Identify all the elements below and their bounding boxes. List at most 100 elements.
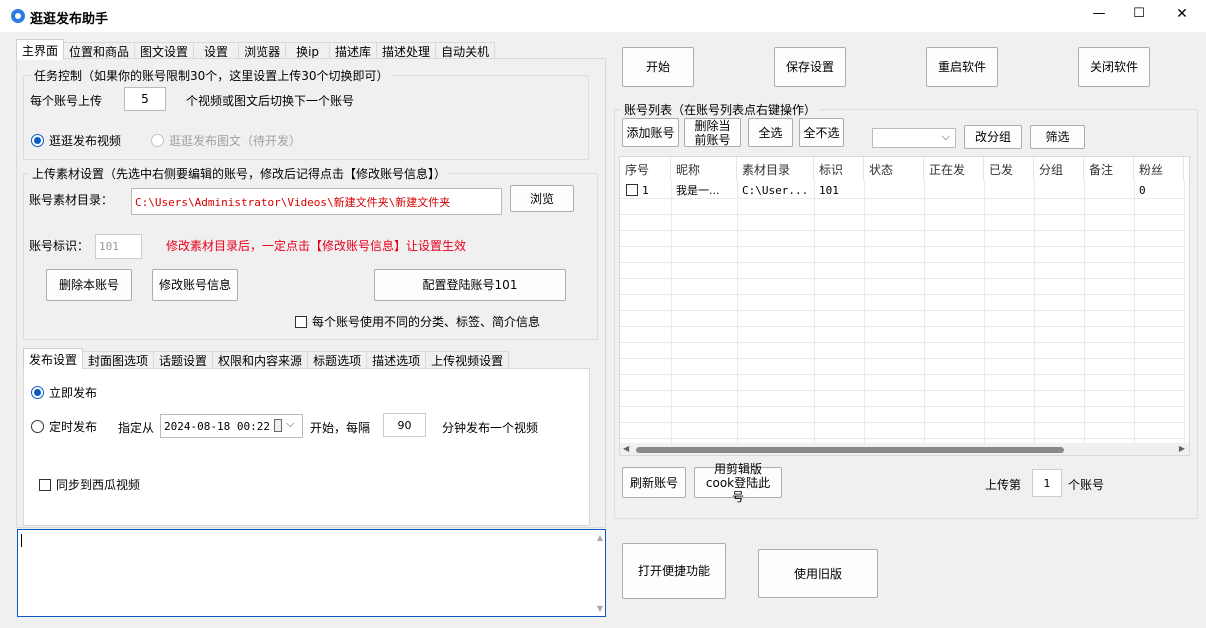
upload-settings-title: 上传素材设置（先选中右侧要编辑的账号，修改后记得点击【修改账号信息】） bbox=[29, 165, 450, 182]
col-header-fans[interactable]: 粉丝 bbox=[1134, 157, 1184, 181]
radio-scheduled[interactable]: 定时发布 bbox=[31, 418, 97, 435]
grid-line bbox=[1084, 181, 1085, 443]
publish-settings-panel bbox=[23, 368, 590, 526]
interval-value: 90 bbox=[397, 418, 412, 432]
grid-line bbox=[620, 342, 1185, 343]
upload-nth-input[interactable]: 1 bbox=[1032, 469, 1062, 497]
radio-publish-now[interactable]: 立即发布 bbox=[31, 384, 97, 401]
radio-publish-image-label: 逛逛发布图文（待开发） bbox=[169, 134, 302, 148]
radio-disabled-icon bbox=[151, 134, 164, 147]
scroll-down-arrow-icon[interactable]: ▼ bbox=[597, 604, 603, 613]
title-bar: 逛逛发布助手 — ☐ ✕ bbox=[0, 0, 1206, 32]
grid-line bbox=[620, 246, 1185, 247]
grid-line bbox=[620, 406, 1185, 407]
cookie-login-button[interactable]: 用剪辑版cook登陆此号 bbox=[694, 462, 782, 504]
app-logo-icon-inner bbox=[15, 13, 21, 19]
tab-permission-source[interactable]: 权限和内容来源 bbox=[212, 351, 309, 369]
horizontal-scrollbar[interactable]: ◀ ▶ bbox=[620, 443, 1189, 455]
cell-dir: C:\User... bbox=[742, 183, 809, 197]
scheduled-label: 定时发布 bbox=[49, 420, 98, 434]
col-header-note[interactable]: 备注 bbox=[1084, 157, 1134, 181]
col-header-status[interactable]: 状态 bbox=[864, 157, 924, 181]
delete-current-account-button[interactable]: 删除当前账号 bbox=[684, 118, 741, 147]
datetime-picker[interactable]: 2024-08-18 00:22 ⌵ bbox=[160, 414, 303, 438]
refresh-accounts-button[interactable]: 刷新账号 bbox=[622, 467, 686, 498]
grid-line bbox=[671, 181, 672, 443]
chevron-down-icon: ⌵ bbox=[941, 130, 950, 143]
config-login-button[interactable]: 配置登陆账号101 bbox=[374, 269, 566, 301]
browse-button[interactable]: 浏览 bbox=[510, 185, 574, 212]
radio-publish-image[interactable]: 逛逛发布图文（待开发） bbox=[151, 132, 301, 149]
scroll-right-arrow-icon[interactable]: ▶ bbox=[1179, 444, 1185, 453]
maximize-button[interactable]: ☐ bbox=[1125, 6, 1153, 21]
col-header-index[interactable]: 序号 bbox=[620, 157, 671, 181]
modify-account-button[interactable]: 修改账号信息 bbox=[152, 269, 238, 301]
minimize-button[interactable]: — bbox=[1085, 6, 1113, 21]
from-label: 指定从 bbox=[118, 421, 155, 435]
change-group-button[interactable]: 改分组 bbox=[964, 125, 1022, 149]
scroll-up-arrow-icon[interactable]: ▲ bbox=[597, 533, 603, 542]
log-textarea[interactable]: ▲ ▼ bbox=[17, 529, 606, 617]
close-window-button[interactable]: ✕ bbox=[1168, 6, 1196, 22]
save-settings-button[interactable]: 保存设置 bbox=[774, 47, 846, 87]
open-shortcut-button[interactable]: 打开便捷功能 bbox=[622, 543, 726, 599]
tab-desc-options[interactable]: 描述选项 bbox=[366, 351, 427, 369]
per-account-value: 5 bbox=[141, 92, 149, 106]
delete-account-button[interactable]: 删除本账号 bbox=[46, 269, 132, 301]
cell-nickname: 我是一... bbox=[676, 184, 720, 197]
col-header-dir[interactable]: 素材目录 bbox=[737, 157, 814, 181]
sync-xigua-checkbox[interactable]: 同步到西瓜视频 bbox=[39, 476, 140, 493]
cell-id: 101 bbox=[819, 183, 839, 197]
cell-group bbox=[1034, 182, 1084, 198]
scroll-left-arrow-icon[interactable]: ◀ bbox=[623, 444, 629, 453]
cell-sent bbox=[984, 182, 1034, 198]
start-button[interactable]: 开始 bbox=[622, 47, 694, 87]
radio-publish-video-label: 逛逛发布视频 bbox=[49, 134, 122, 148]
close-software-button[interactable]: 关闭软件 bbox=[1078, 47, 1150, 87]
interval-suffix: 分钟发布一个视频 bbox=[442, 421, 539, 435]
filter-button[interactable]: 筛选 bbox=[1030, 125, 1085, 149]
grid-line bbox=[814, 181, 815, 443]
grid-line bbox=[984, 181, 985, 443]
use-old-version-button[interactable]: 使用旧版 bbox=[758, 549, 878, 598]
dir-input[interactable]: C:\Users\Administrator\Videos\新建文件夹\新建文件… bbox=[131, 188, 502, 215]
group-select[interactable]: ⌵ bbox=[872, 128, 956, 148]
tab-main[interactable]: 主界面 bbox=[16, 39, 65, 60]
interval-input[interactable]: 90 bbox=[383, 413, 426, 437]
dir-value: C:\Users\Administrator\Videos\新建文件夹\新建文件… bbox=[135, 195, 451, 209]
diff-info-label: 每个账号使用不同的分类、标签、简介信息 bbox=[312, 315, 541, 329]
col-header-sending[interactable]: 正在发 bbox=[924, 157, 984, 181]
grid-line bbox=[620, 390, 1185, 391]
col-header-nickname[interactable]: 昵称 bbox=[671, 157, 737, 181]
grid-line bbox=[620, 326, 1185, 327]
col-header-sent[interactable]: 已发 bbox=[984, 157, 1034, 181]
select-none-button[interactable]: 全不选 bbox=[799, 118, 844, 147]
col-header-group[interactable]: 分组 bbox=[1034, 157, 1084, 181]
per-account-input[interactable]: 5 bbox=[124, 87, 166, 111]
task-control-title: 任务控制（如果你的账号限制30个，这里设置上传30个切换即可） bbox=[31, 67, 392, 84]
grid-line bbox=[620, 214, 1185, 215]
tab-title-options[interactable]: 标题选项 bbox=[307, 351, 368, 369]
tab-topic-settings[interactable]: 话题设置 bbox=[153, 351, 214, 369]
cell-status bbox=[864, 182, 924, 198]
diff-info-checkbox[interactable]: 每个账号使用不同的分类、标签、简介信息 bbox=[295, 313, 540, 330]
table-row[interactable]: 1 我是一... C:\User... 101 0 bbox=[620, 182, 1185, 198]
tab-upload-video-settings[interactable]: 上传视频设置 bbox=[425, 351, 510, 369]
cell-index: 1 bbox=[642, 183, 649, 197]
tab-publish-settings[interactable]: 发布设置 bbox=[23, 348, 84, 369]
add-account-button[interactable]: 添加账号 bbox=[622, 118, 679, 147]
id-input[interactable]: 101 bbox=[95, 234, 142, 259]
restart-button[interactable]: 重启软件 bbox=[926, 47, 998, 87]
scrollbar-thumb[interactable] bbox=[636, 447, 1064, 453]
col-header-id[interactable]: 标识 bbox=[814, 157, 864, 181]
start-each-label: 开始，每隔 bbox=[310, 421, 371, 435]
grid-line bbox=[1184, 181, 1185, 443]
select-all-button[interactable]: 全选 bbox=[748, 118, 793, 147]
tab-cover-options[interactable]: 封面图选项 bbox=[82, 351, 155, 369]
radio-publish-video[interactable]: 逛逛发布视频 bbox=[31, 132, 121, 149]
account-list-title: 账号列表（在账号列表点右键操作） bbox=[621, 101, 820, 118]
upload-nth-value: 1 bbox=[1043, 476, 1051, 490]
id-value: 101 bbox=[99, 240, 119, 253]
upload-nth-label: 上传第 bbox=[985, 478, 1022, 492]
grid-line bbox=[1034, 181, 1035, 443]
